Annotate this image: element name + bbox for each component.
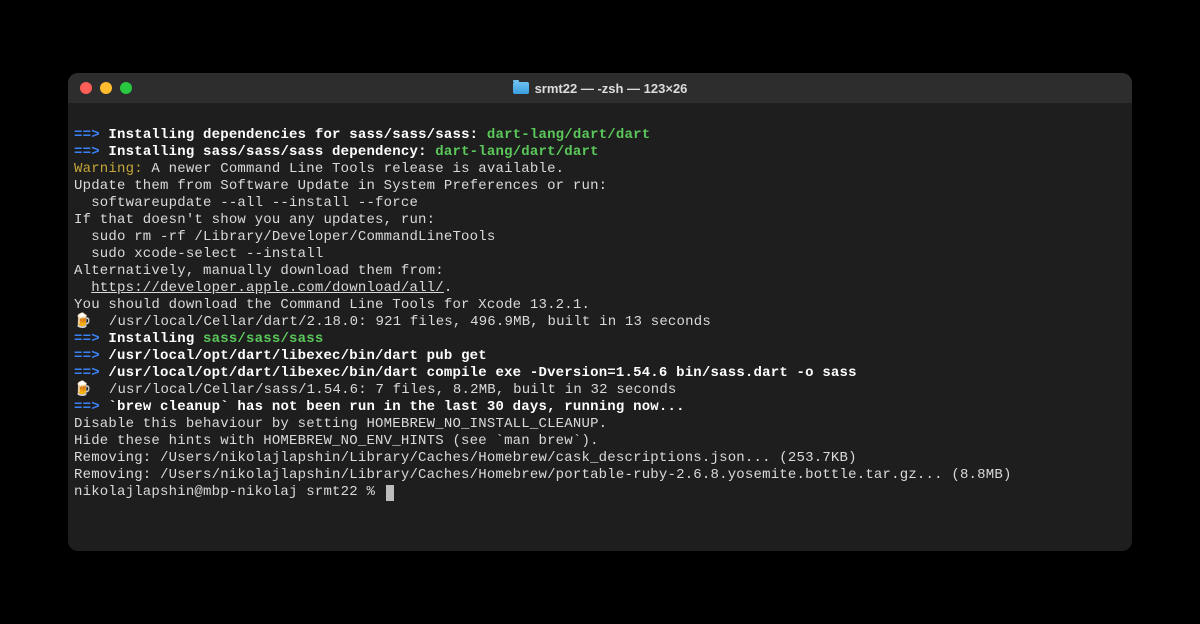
package-name: dart-lang/dart/dart bbox=[435, 144, 598, 160]
traffic-lights bbox=[80, 82, 132, 94]
terminal-output[interactable]: ==> Installing dependencies for sass/sas… bbox=[68, 103, 1132, 551]
output-line: ==> Installing dependencies for sass/sas… bbox=[74, 127, 1126, 144]
output-line: ==> Installing sass/sass/sass dependency… bbox=[74, 144, 1126, 161]
output-line: Hide these hints with HOMEBREW_NO_ENV_HI… bbox=[74, 433, 1126, 450]
output-line: https://developer.apple.com/download/all… bbox=[74, 280, 1126, 297]
arrow-icon: ==> bbox=[74, 144, 100, 160]
output-line: Disable this behaviour by setting HOMEBR… bbox=[74, 416, 1126, 433]
terminal-window: srmt22 — -zsh — 123×26 ==> Installing de… bbox=[68, 73, 1132, 551]
output-line: ==> /usr/local/opt/dart/libexec/bin/dart… bbox=[74, 365, 1126, 382]
maximize-button[interactable] bbox=[120, 82, 132, 94]
warning-label: Warning: bbox=[74, 161, 143, 177]
output-line: Update them from Software Update in Syst… bbox=[74, 178, 1126, 195]
minimize-button[interactable] bbox=[100, 82, 112, 94]
output-line: ==> Installing sass/sass/sass bbox=[74, 331, 1126, 348]
download-link[interactable]: https://developer.apple.com/download/all… bbox=[91, 280, 444, 296]
beer-icon: 🍺 bbox=[74, 314, 92, 331]
package-name: dart-lang/dart/dart bbox=[487, 127, 650, 143]
output-line: softwareupdate --all --install --force bbox=[74, 195, 1126, 212]
output-line: 🍺 /usr/local/Cellar/dart/2.18.0: 921 fil… bbox=[74, 314, 1126, 331]
folder-icon bbox=[513, 82, 529, 94]
output-line: ==> `brew cleanup` has not been run in t… bbox=[74, 399, 1126, 416]
output-line: sudo rm -rf /Library/Developer/CommandLi… bbox=[74, 229, 1126, 246]
output-line: Removing: /Users/nikolajlapshin/Library/… bbox=[74, 450, 1126, 467]
output-line: You should download the Command Line Too… bbox=[74, 297, 1126, 314]
arrow-icon: ==> bbox=[74, 348, 100, 364]
arrow-icon: ==> bbox=[74, 127, 100, 143]
close-button[interactable] bbox=[80, 82, 92, 94]
titlebar: srmt22 — -zsh — 123×26 bbox=[68, 73, 1132, 103]
package-name: sass/sass/sass bbox=[203, 331, 323, 347]
arrow-icon: ==> bbox=[74, 399, 100, 415]
cursor bbox=[386, 485, 394, 501]
title-text: srmt22 — -zsh — 123×26 bbox=[535, 81, 688, 96]
shell-prompt: nikolajlapshin@mbp-nikolaj srmt22 % bbox=[74, 484, 384, 501]
arrow-icon: ==> bbox=[74, 331, 100, 347]
prompt-line[interactable]: nikolajlapshin@mbp-nikolaj srmt22 % bbox=[74, 484, 1126, 501]
output-line: ==> /usr/local/opt/dart/libexec/bin/dart… bbox=[74, 348, 1126, 365]
output-line: sudo xcode-select --install bbox=[74, 246, 1126, 263]
output-line: Removing: /Users/nikolajlapshin/Library/… bbox=[74, 467, 1126, 484]
output-line: If that doesn't show you any updates, ru… bbox=[74, 212, 1126, 229]
output-line: Warning: A newer Command Line Tools rele… bbox=[74, 161, 1126, 178]
window-title: srmt22 — -zsh — 123×26 bbox=[513, 81, 688, 96]
output-line: 🍺 /usr/local/Cellar/sass/1.54.6: 7 files… bbox=[74, 382, 1126, 399]
output-line: Alternatively, manually download them fr… bbox=[74, 263, 1126, 280]
arrow-icon: ==> bbox=[74, 365, 100, 381]
beer-icon: 🍺 bbox=[74, 382, 92, 399]
